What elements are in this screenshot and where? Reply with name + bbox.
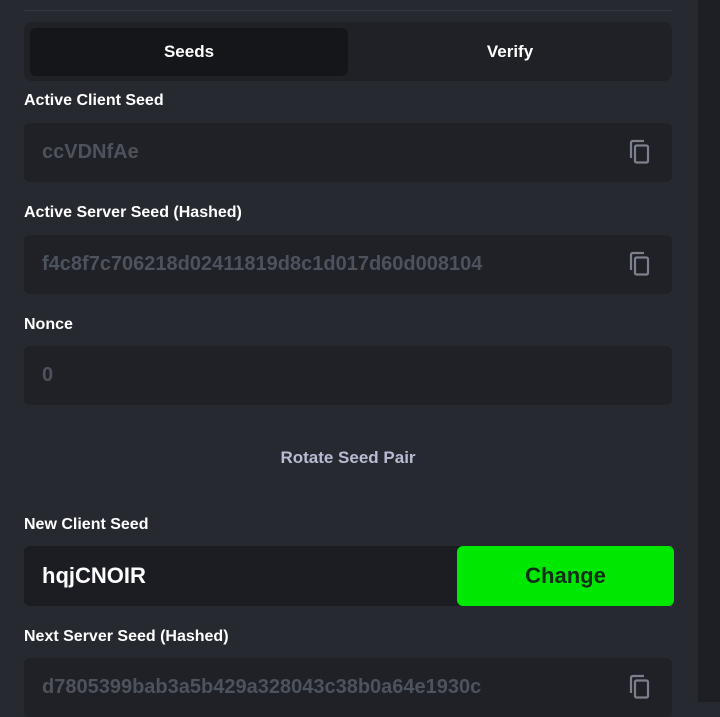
seed-tabs: Seeds Verify [24, 22, 672, 81]
next-server-seed-value: d7805399bab3a5b429a328043c38b0a64e1930c [42, 676, 482, 698]
next-server-seed-field: d7805399bab3a5b429a328043c38b0a64e1930c [24, 658, 672, 717]
change-button[interactable]: Change [457, 546, 674, 606]
rotate-seed-pair-button[interactable]: Rotate Seed Pair [24, 448, 672, 474]
nonce-field: 0 [24, 346, 672, 405]
tab-verify[interactable]: Verify [354, 28, 666, 76]
active-client-seed-field: ccVDNfAe [24, 123, 672, 182]
active-client-seed-value: ccVDNfAe [42, 141, 139, 163]
nonce-value: 0 [42, 364, 54, 386]
nonce-label: Nonce [24, 316, 73, 333]
scrollbar-track[interactable] [698, 0, 720, 702]
active-server-seed-value: f4c8f7c706218d02411819d8c1d017d60d008104 [42, 253, 483, 275]
copy-icon[interactable] [626, 674, 652, 700]
active-server-seed-field: f4c8f7c706218d02411819d8c1d017d60d008104 [24, 235, 672, 294]
new-client-seed-group: hqjCNOIR Change [24, 546, 674, 606]
copy-icon[interactable] [626, 251, 652, 277]
active-server-seed-label: Active Server Seed (Hashed) [24, 204, 242, 221]
new-client-seed-input[interactable]: hqjCNOIR [24, 546, 464, 606]
new-client-seed-label: New Client Seed [24, 516, 149, 533]
active-client-seed-label: Active Client Seed [24, 92, 164, 109]
tab-seeds[interactable]: Seeds [30, 28, 348, 76]
top-divider [24, 10, 672, 11]
next-server-seed-label: Next Server Seed (Hashed) [24, 628, 229, 645]
copy-icon[interactable] [626, 139, 652, 165]
